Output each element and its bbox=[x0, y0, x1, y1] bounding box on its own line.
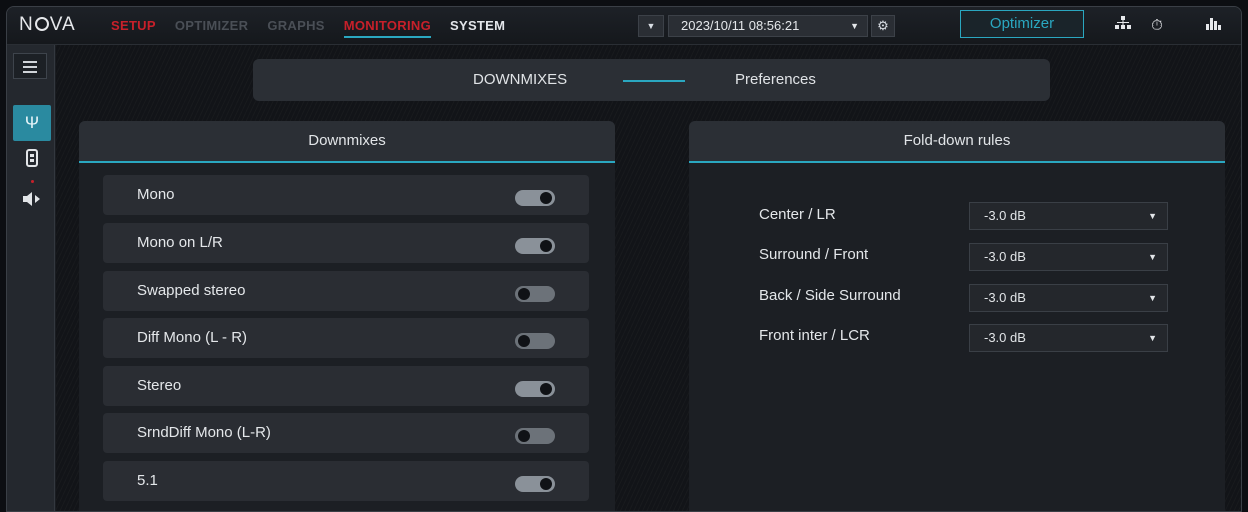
chevron-down-icon: ▼ bbox=[646, 21, 656, 31]
nav-monitoring[interactable]: MONITORING bbox=[343, 18, 432, 38]
rule-value: -3.0 dB bbox=[984, 208, 1026, 223]
downmix-row: SrndDiff Mono (L-R) bbox=[103, 413, 589, 453]
bar-chart-icon[interactable] bbox=[1201, 13, 1227, 39]
downmix-row: 5.1 bbox=[103, 461, 589, 501]
rule-select[interactable]: -3.0 dB ▼ bbox=[969, 284, 1168, 312]
downmix-label: Swapped stereo bbox=[137, 282, 246, 299]
main-nav: SETUP OPTIMIZER GRAPHS MONITORING SYSTEM bbox=[111, 18, 524, 38]
downmix-toggle[interactable] bbox=[515, 238, 555, 254]
downmixes-panel: Downmixes Mono Mono on L/R Swapped stere… bbox=[79, 121, 615, 511]
downmix-toggle[interactable] bbox=[515, 286, 555, 302]
downmix-toggle[interactable] bbox=[515, 476, 555, 492]
downmix-row: Stereo bbox=[103, 366, 589, 406]
downmix-label: Stereo bbox=[137, 377, 182, 394]
chevron-down-icon: ▼ bbox=[1148, 252, 1157, 262]
rule-value: -3.0 dB bbox=[984, 290, 1026, 305]
rule-value: -3.0 dB bbox=[984, 249, 1026, 264]
gear-icon[interactable]: ⚙ bbox=[871, 15, 895, 37]
app-window: N VA SETUP OPTIMIZER GRAPHS MONITORING SY… bbox=[6, 6, 1242, 512]
downmix-row: Swapped stereo bbox=[103, 271, 589, 311]
downmix-label: 5.1 bbox=[137, 472, 158, 489]
preset-dropdown[interactable]: ▼ bbox=[638, 15, 664, 37]
downmix-toggle[interactable] bbox=[515, 428, 555, 444]
alert-dot bbox=[31, 180, 34, 183]
nav-system[interactable]: SYSTEM bbox=[450, 18, 505, 38]
downmix-toggle[interactable] bbox=[515, 381, 555, 397]
rule-label: Center / LR bbox=[759, 206, 836, 223]
datetime-selector[interactable]: 2023/10/11 08:56:21 ▼ bbox=[668, 15, 868, 37]
downmix-label: Mono on L/R bbox=[137, 234, 223, 251]
rule-label: Surround / Front bbox=[759, 246, 869, 263]
downmix-label: SrndDiff Mono (L-R) bbox=[137, 424, 271, 441]
chevron-down-icon: ▼ bbox=[1148, 293, 1157, 303]
downmix-row: Diff Mono (L - R) bbox=[103, 318, 589, 358]
nav-optimizer[interactable]: OPTIMIZER bbox=[175, 18, 248, 38]
chevron-down-icon: ▼ bbox=[850, 21, 859, 31]
downmix-row: Mono bbox=[103, 175, 589, 215]
rule-select[interactable]: -3.0 dB ▼ bbox=[969, 243, 1168, 271]
left-sidebar: Ψ bbox=[7, 45, 55, 511]
folddown-panel-title: Fold-down rules bbox=[689, 121, 1225, 163]
rule-label: Back / Side Surround bbox=[759, 287, 901, 304]
rule-value: -3.0 dB bbox=[984, 330, 1026, 345]
network-icon[interactable] bbox=[1110, 13, 1136, 39]
downmixes-panel-title: Downmixes bbox=[79, 121, 615, 163]
nova-logo: N VA bbox=[19, 14, 76, 35]
rule-select[interactable]: -3.0 dB ▼ bbox=[969, 202, 1168, 230]
trident-icon[interactable]: Ψ bbox=[13, 105, 51, 141]
rule-label: Front inter / LCR bbox=[759, 327, 870, 344]
top-bar: N VA SETUP OPTIMIZER GRAPHS MONITORING SY… bbox=[7, 7, 1241, 45]
downmix-row: Mono on L/R bbox=[103, 223, 589, 263]
speaker-icon[interactable] bbox=[13, 189, 51, 217]
folddown-panel: Fold-down rules Center / LR -3.0 dB ▼ Su… bbox=[689, 121, 1225, 511]
tab-preferences[interactable]: Preferences bbox=[735, 71, 816, 88]
hamburger-menu-icon[interactable] bbox=[13, 53, 47, 79]
downmix-toggle[interactable] bbox=[515, 190, 555, 206]
stopwatch-icon[interactable]: ⏱ bbox=[1144, 13, 1170, 39]
tab-active-indicator bbox=[623, 80, 685, 82]
downmix-toggle[interactable] bbox=[515, 333, 555, 349]
nav-setup[interactable]: SETUP bbox=[111, 18, 156, 38]
meter-icon[interactable] bbox=[13, 149, 51, 177]
tab-downmixes[interactable]: DOWNMIXES bbox=[473, 71, 567, 88]
downmix-label: Diff Mono (L - R) bbox=[137, 329, 248, 346]
main-content: DOWNMIXES Preferences Downmixes Mono Mon… bbox=[56, 45, 1241, 511]
chevron-down-icon: ▼ bbox=[1148, 211, 1157, 221]
rule-select[interactable]: -3.0 dB ▼ bbox=[969, 324, 1168, 352]
tab-bar: DOWNMIXES Preferences bbox=[253, 59, 1050, 101]
downmix-label: Mono bbox=[137, 186, 175, 203]
nav-graphs[interactable]: GRAPHS bbox=[267, 18, 324, 38]
chevron-down-icon: ▼ bbox=[1148, 333, 1157, 343]
optimizer-button[interactable]: Optimizer bbox=[960, 10, 1084, 38]
datetime-value: 2023/10/11 08:56:21 bbox=[681, 18, 800, 33]
